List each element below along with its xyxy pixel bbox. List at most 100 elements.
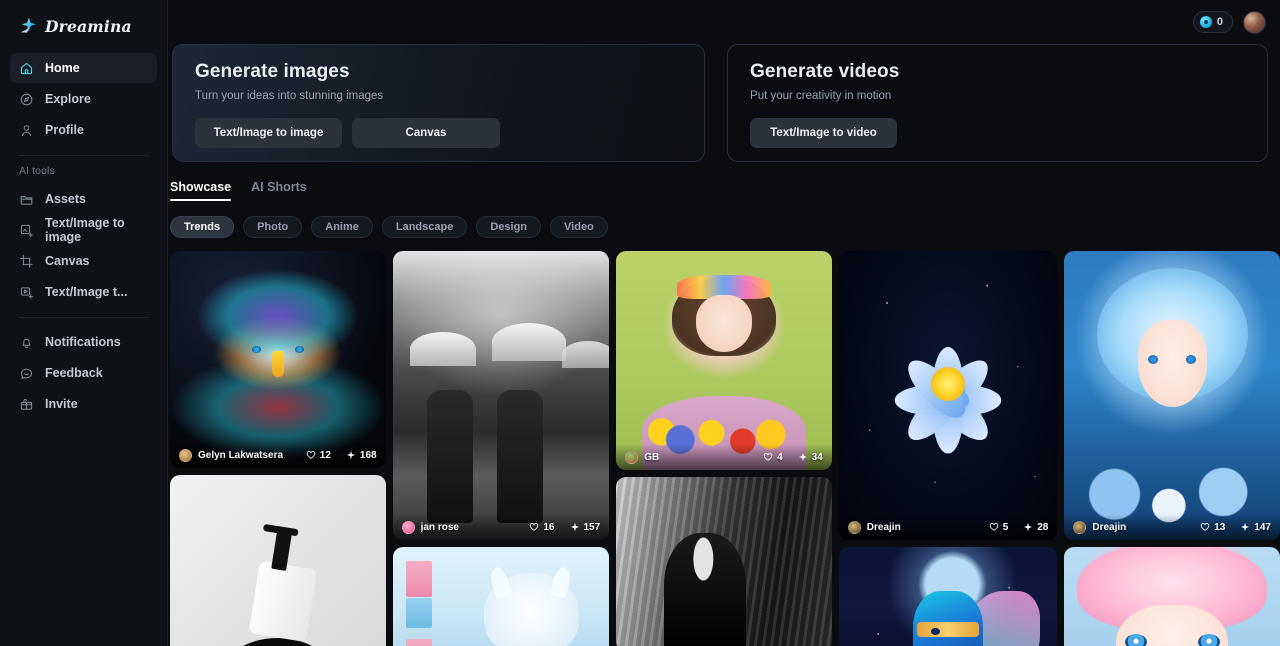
sidebar-item-label: Text/Image t... — [45, 285, 128, 299]
remix-count: 157 — [570, 522, 600, 533]
sidebar: Dreamina Home Explore Profile AI tools A… — [0, 0, 168, 646]
tab-ai-shorts[interactable]: AI Shorts — [251, 180, 307, 201]
avatar — [1073, 520, 1087, 534]
sidebar-item-label: Feedback — [45, 366, 103, 380]
sparkle-icon — [798, 452, 807, 462]
chip-landscape[interactable]: Landscape — [381, 216, 468, 238]
promo-title: Generate videos — [750, 61, 900, 82]
topbar: 0 — [168, 0, 1280, 44]
sidebar-item-explore[interactable]: Explore — [10, 84, 157, 114]
showcase-gallery: Gelyn Lakwatsera 12 168 jan rose 16 157 … — [168, 251, 1280, 646]
sidebar-item-label: Profile — [45, 123, 84, 137]
sidebar-item-assets[interactable]: Assets — [10, 184, 157, 214]
promo-title: Generate images — [195, 61, 350, 82]
sidebar-item-label: Assets — [45, 192, 86, 206]
gallery-card[interactable]: jan rose 16 157 — [392, 251, 610, 540]
gallery-card[interactable] — [392, 547, 610, 646]
sparkle-icon — [1241, 522, 1250, 532]
promo-actions: Text/Image to image Canvas — [195, 118, 704, 148]
sidebar-item-feedback[interactable]: Feedback — [10, 358, 157, 388]
canvas-button[interactable]: Canvas — [352, 118, 500, 148]
credits-badge[interactable]: 0 — [1192, 11, 1233, 33]
folder-icon — [20, 195, 33, 205]
artwork-image — [170, 475, 386, 646]
sidebar-item-invite[interactable]: Invite — [10, 389, 157, 419]
gallery-card[interactable]: Gelyn Lakwatsera 12 168 — [170, 251, 386, 468]
chip-anime[interactable]: Anime — [311, 216, 373, 238]
sidebar-item-canvas[interactable]: Canvas — [10, 246, 157, 276]
artwork-image — [392, 547, 610, 646]
sidebar-item-home[interactable]: Home — [10, 53, 157, 83]
remix-count: 147 — [1240, 522, 1271, 533]
sidebar-footer-nav: Notifications Feedback Invite — [10, 327, 157, 419]
gallery-card[interactable]: Dreajin 13 147 — [1064, 251, 1280, 540]
gallery-card[interactable] — [838, 547, 1058, 646]
generate-videos-card: Generate videos Put your creativity in m… — [727, 44, 1268, 162]
text-image-to-video-button[interactable]: Text/Image to video — [750, 118, 898, 148]
gallery-card[interactable]: GB 4 34 — [616, 251, 832, 470]
sidebar-tools-heading: AI tools — [19, 165, 55, 177]
artwork-image — [170, 251, 386, 468]
artwork-image — [616, 477, 832, 646]
remix-count: 168 — [346, 450, 377, 461]
sidebar-divider-1 — [18, 155, 149, 156]
like-value: 5 — [1002, 521, 1009, 533]
artwork-image — [1064, 547, 1280, 646]
heart-icon — [763, 453, 773, 461]
chip-video[interactable]: Video — [550, 216, 608, 238]
remix-value: 28 — [1037, 521, 1049, 533]
brand-name: Dreamina — [45, 16, 132, 36]
gallery-card[interactable]: Dreajin 5 28 — [838, 251, 1058, 540]
bell-icon — [22, 338, 31, 348]
tab-showcase[interactable]: Showcase — [170, 180, 232, 201]
sparkle-icon — [346, 450, 355, 460]
avatar — [625, 450, 639, 464]
gallery-card[interactable] — [170, 475, 386, 646]
chip-photo[interactable]: Photo — [243, 216, 303, 238]
sidebar-divider-2 — [18, 317, 149, 318]
like-count: 5 — [989, 521, 1009, 533]
card-meta: GB 4 34 — [616, 444, 832, 470]
like-value: 16 — [543, 521, 555, 533]
gallery-column: Dreajin 5 28 — [838, 251, 1058, 646]
sidebar-item-label: Home — [45, 61, 80, 75]
coin-icon — [1199, 16, 1212, 28]
sidebar-item-label: Explore — [45, 92, 91, 106]
chip-trends[interactable]: Trends — [170, 216, 235, 238]
gallery-card[interactable] — [1064, 547, 1280, 646]
sidebar-item-notifications[interactable]: Notifications — [10, 327, 157, 357]
card-username: Dreajin — [866, 521, 901, 533]
gallery-column: Gelyn Lakwatsera 12 168 — [170, 251, 386, 646]
brand[interactable]: Dreamina — [10, 0, 157, 52]
sidebar-item-label: Notifications — [45, 335, 121, 349]
sidebar-item-label: Invite — [45, 397, 78, 411]
remix-value: 168 — [359, 449, 377, 461]
avatar — [401, 520, 415, 534]
sidebar-item-text-image-to-video[interactable]: Text/Image t... — [10, 277, 157, 307]
remix-value: 34 — [811, 451, 823, 463]
heart-icon — [306, 451, 315, 459]
sidebar-item-profile[interactable]: Profile — [10, 115, 157, 145]
content-tabs: Showcase AI Shorts — [168, 180, 1280, 201]
gallery-card[interactable] — [616, 477, 832, 646]
sidebar-item-text-image-to-image[interactable]: Text/Image to image — [10, 215, 157, 245]
card-meta: Dreajin 13 147 — [1064, 514, 1280, 540]
heart-icon — [1200, 523, 1210, 531]
text-image-to-image-button[interactable]: Text/Image to image — [195, 118, 342, 148]
like-value: 4 — [777, 451, 783, 463]
sparkle-icon — [570, 522, 579, 532]
card-username: jan rose — [420, 521, 459, 533]
like-count: 12 — [306, 450, 331, 461]
like-count: 16 — [529, 521, 555, 533]
like-count: 4 — [763, 452, 783, 463]
gift-icon — [20, 398, 33, 410]
avatar[interactable] — [1243, 10, 1266, 34]
avatar — [179, 448, 192, 462]
card-username: GB — [644, 451, 660, 463]
card-username: Dreajin — [1092, 521, 1127, 533]
compass-icon — [20, 93, 33, 105]
heart-icon — [530, 523, 539, 531]
artwork-image — [616, 251, 832, 470]
chip-design[interactable]: Design — [476, 216, 542, 238]
artwork-image — [1064, 251, 1280, 540]
